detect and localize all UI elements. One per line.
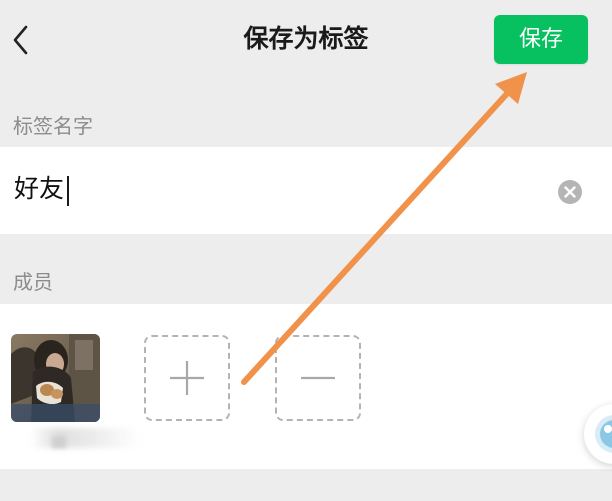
remove-member-button[interactable] — [275, 335, 361, 421]
nav-bar: 保存为标签 保存 — [0, 0, 612, 78]
back-button[interactable] — [4, 18, 44, 62]
tag-name-input[interactable]: 好友 — [14, 171, 64, 207]
clear-circle-icon — [558, 180, 582, 204]
members-section-title: 成员 — [13, 270, 53, 294]
add-member-button[interactable] — [144, 335, 230, 421]
save-as-tag-screen: 保存为标签 保存 标签名字 好友 成员 — [0, 0, 612, 501]
member-avatar[interactable] — [11, 334, 100, 422]
text-caret — [67, 176, 69, 206]
minus-icon — [301, 376, 335, 380]
member-name-obscured — [30, 428, 140, 448]
member-photo — [11, 334, 100, 422]
tag-name-section-title: 标签名字 — [13, 114, 93, 138]
plus-icon — [170, 361, 204, 395]
member-name-obscured-detail — [52, 436, 66, 448]
save-button[interactable]: 保存 — [494, 15, 588, 64]
clear-input-button[interactable] — [557, 179, 583, 205]
tag-name-row: 好友 — [0, 147, 612, 234]
chevron-left-icon — [13, 25, 28, 55]
